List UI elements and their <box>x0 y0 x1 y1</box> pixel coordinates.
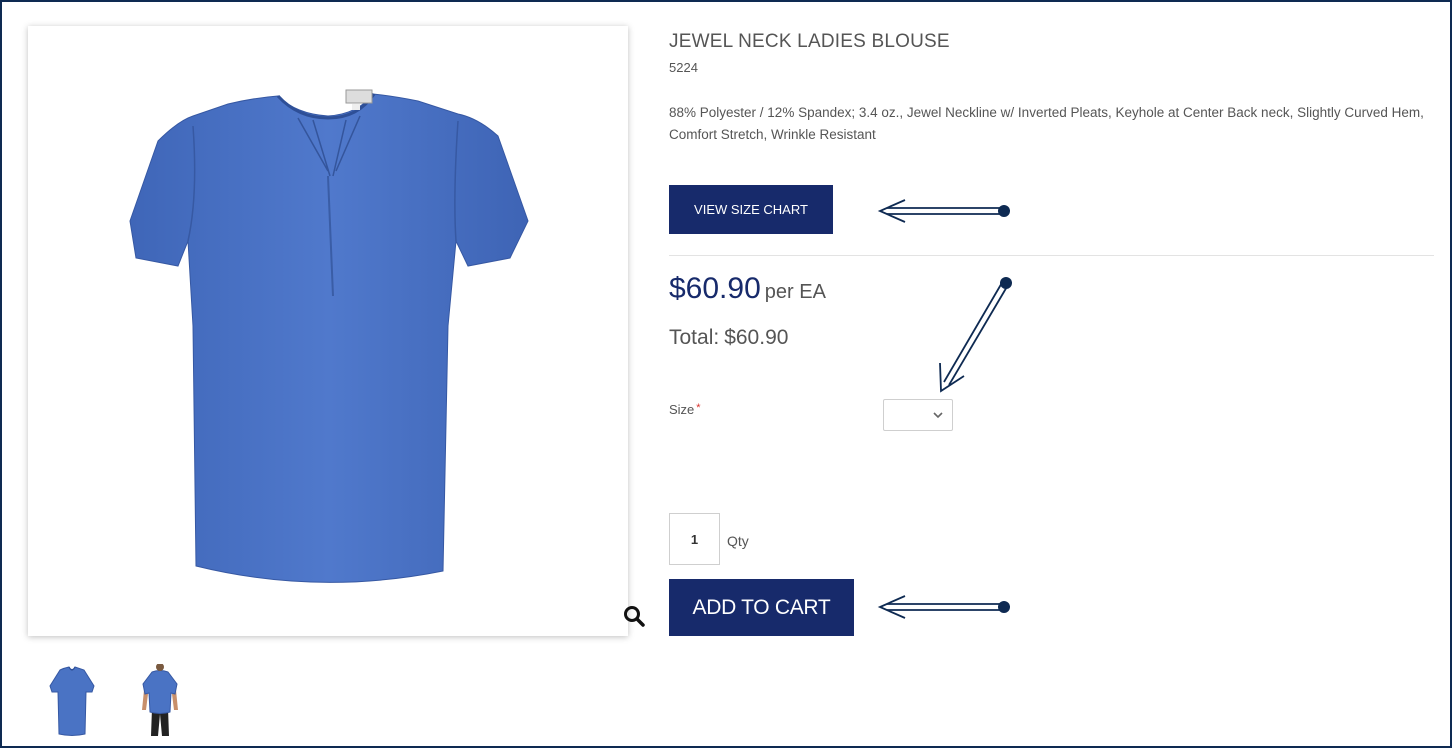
required-marker: * <box>696 402 701 414</box>
total-value: $60.90 <box>724 326 789 349</box>
total-price: Total: $60.90 <box>669 326 788 350</box>
price-value: $60.90 <box>669 272 761 305</box>
view-size-chart-button[interactable]: VIEW SIZE CHART <box>669 185 833 234</box>
size-label-text: Size <box>669 402 695 417</box>
product-sku: 5224 <box>669 60 698 75</box>
thumbnail-blouse-front[interactable] <box>42 664 102 738</box>
total-label: Total: <box>669 326 720 349</box>
unit-price: $60.90 per EA <box>669 272 826 306</box>
blouse-image <box>129 89 529 583</box>
product-description: 88% Polyester / 12% Spandex; 3.4 oz., Je… <box>669 105 1424 142</box>
product-title: JEWEL NECK LADIES BLOUSE <box>669 31 950 52</box>
size-select[interactable] <box>883 399 953 431</box>
quantity-input[interactable] <box>669 513 720 565</box>
divider <box>669 255 1434 256</box>
chevron-down-icon <box>933 412 943 419</box>
size-label: Size * <box>669 402 701 417</box>
product-main-image[interactable] <box>28 26 645 636</box>
qty-label: Qty <box>727 533 749 549</box>
magnifier-icon[interactable] <box>622 604 646 628</box>
add-to-cart-button[interactable]: ADD TO CART <box>669 579 854 636</box>
thumbnail-blouse-model[interactable] <box>130 664 190 738</box>
price-unit: per EA <box>764 281 826 303</box>
